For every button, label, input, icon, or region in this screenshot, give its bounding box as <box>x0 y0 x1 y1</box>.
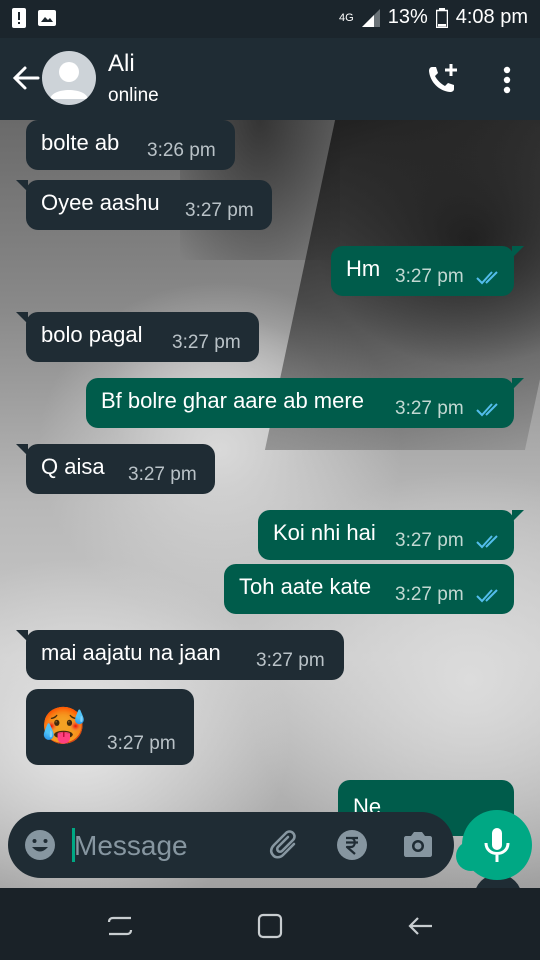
message-text: Oyee aashu <box>41 190 160 215</box>
recent-apps-icon[interactable] <box>104 910 136 942</box>
battery-percent: 13% <box>387 6 428 28</box>
read-ticks-icon <box>476 589 498 603</box>
read-ticks-icon <box>476 403 498 417</box>
message-bubble-incoming[interactable]: mai aajatu na jaan 3:27 pm <box>16 630 344 680</box>
back-arrow-icon[interactable] <box>8 60 44 96</box>
rupee-icon[interactable] <box>334 827 370 863</box>
message-bubble-outgoing[interactable]: Koi nhi hai 3:27 pm <box>258 510 524 560</box>
back-nav-icon[interactable] <box>404 910 436 942</box>
alert-icon <box>12 8 26 28</box>
message-text: bolte ab <box>41 130 120 155</box>
avatar[interactable] <box>42 51 96 105</box>
message-composer <box>8 812 454 878</box>
more-vert-icon[interactable] <box>494 60 520 100</box>
message-time: 3:27 pm <box>107 733 176 754</box>
message-time: 3:27 pm <box>128 464 197 485</box>
bubble-tail <box>16 630 28 642</box>
message-time: 3:27 pm <box>256 650 325 671</box>
message-time: 3:26 pm <box>147 140 216 161</box>
message-time: 3:27 pm <box>172 332 241 353</box>
read-ticks-icon <box>476 535 498 549</box>
bubble-tail <box>16 180 28 192</box>
default-avatar-icon <box>50 62 88 99</box>
bubble-tail <box>512 378 524 390</box>
message-input[interactable] <box>72 824 256 868</box>
mic-icon <box>484 828 510 862</box>
message-time: 3:27 pm <box>395 530 464 551</box>
message-bubble-incoming[interactable]: bolo pagal 3:27 pm <box>16 312 259 362</box>
message-text: mai aajatu na jaan <box>41 640 221 665</box>
bubble-tail <box>512 510 524 522</box>
status-bar: 4G 13% 4:08 pm <box>0 0 540 38</box>
system-navigation-bar <box>0 888 540 960</box>
message-text: Hm <box>346 256 381 281</box>
status-right: 4G 13% 4:08 pm <box>339 6 528 29</box>
message-text: Bf bolre ghar aare ab mere <box>101 388 364 413</box>
battery-icon <box>435 7 448 28</box>
message-time: 3:27 pm <box>395 398 464 419</box>
add-call-icon[interactable] <box>424 60 462 98</box>
message-bubble-incoming[interactable]: bolte ab 3:26 pm <box>26 120 235 170</box>
contact-name[interactable]: Ali <box>108 50 135 78</box>
voice-record-button[interactable] <box>462 810 532 880</box>
camera-icon[interactable] <box>400 827 436 863</box>
message-bubble-outgoing[interactable]: Hm 3:27 pm <box>331 246 524 296</box>
bubble-tail <box>512 246 524 258</box>
message-time: 3:27 pm <box>185 200 254 221</box>
status-left-icons <box>12 8 56 28</box>
message-bubble-outgoing[interactable]: Bf bolre ghar aare ab mere 3:27 pm <box>86 378 524 428</box>
bubble-tail <box>16 444 28 456</box>
image-icon <box>38 10 56 26</box>
message-time: 3:27 pm <box>395 266 464 287</box>
emoji-icon[interactable] <box>22 827 58 863</box>
message-time: 3:27 pm <box>395 584 464 605</box>
message-text: Q aisa <box>41 454 105 479</box>
contact-status: online <box>108 85 159 106</box>
read-ticks-icon <box>476 271 498 285</box>
message-text: bolo pagal <box>41 322 143 347</box>
emoji-message: 🥵 <box>41 705 86 746</box>
message-bubble-incoming[interactable]: 🥵 3:27 pm <box>26 689 194 765</box>
message-text: Toh aate kate <box>239 574 372 599</box>
chat-area[interactable]: bolte ab 3:26 pm Oyee aashu 3:27 pm Hm 3… <box>0 120 540 888</box>
message-text: Koi nhi hai <box>273 520 376 545</box>
clock: 4:08 pm <box>455 6 528 28</box>
network-type: 4G <box>339 11 354 24</box>
paperclip-icon[interactable] <box>268 827 304 863</box>
signal-icon <box>361 8 380 27</box>
chat-header: Ali online <box>0 38 540 120</box>
message-bubble-incoming[interactable]: Oyee aashu 3:27 pm <box>16 180 272 230</box>
message-bubble-incoming[interactable]: Q aisa 3:27 pm <box>16 444 215 494</box>
message-bubble-outgoing[interactable]: Toh aate kate 3:27 pm <box>224 564 514 614</box>
bubble-tail <box>16 312 28 324</box>
home-icon[interactable] <box>254 910 286 942</box>
